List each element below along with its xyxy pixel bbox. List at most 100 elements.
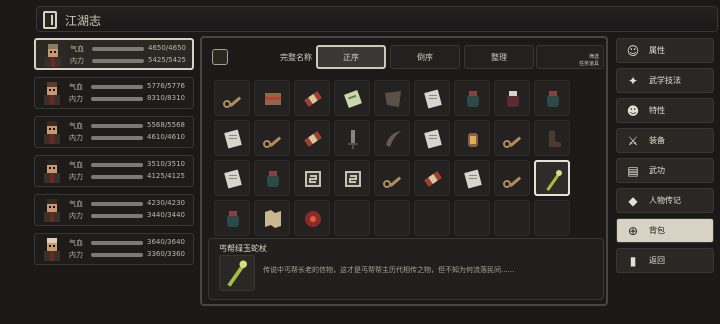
filter-label: 筛选: [588, 54, 599, 60]
inventory-slot[interactable]: [374, 80, 410, 116]
menu-item[interactable]: ▮ 返回: [616, 248, 714, 273]
inventory-slot[interactable]: [414, 160, 450, 196]
inventory-slot[interactable]: [334, 160, 370, 196]
hp-label: 气血: [70, 45, 84, 53]
hp-value: 4230/4230: [147, 199, 185, 207]
inventory-slot-empty[interactable]: [374, 200, 410, 236]
journal-icon: [43, 11, 57, 29]
mp-bar: [91, 253, 143, 257]
hp-row: 气血 5568/5568: [69, 121, 191, 131]
flower-icon: [305, 211, 321, 227]
inventory-slot[interactable]: [494, 80, 530, 116]
inventory-slot[interactable]: [334, 80, 370, 116]
inventory-slot[interactable]: [374, 160, 410, 196]
inventory-slot-empty[interactable]: [454, 200, 490, 236]
inventory-slot-empty[interactable]: [534, 200, 570, 236]
jar-icon: [227, 211, 239, 227]
character-portrait: [39, 80, 65, 106]
inventory-slot[interactable]: [214, 120, 250, 156]
inventory-slot[interactable]: [494, 160, 530, 196]
mp-label: 内力: [69, 173, 83, 181]
key-icon: [223, 96, 242, 108]
inventory-slot-empty[interactable]: [334, 200, 370, 236]
menu-item[interactable]: ▤ 武功: [616, 158, 714, 183]
hp-label: 气血: [69, 200, 83, 208]
biography-icon: ◆: [628, 193, 638, 208]
inventory-slot[interactable]: [414, 120, 450, 156]
talisman-icon: [305, 171, 321, 187]
menu-item[interactable]: ⚔ 装备: [616, 128, 714, 153]
dagger-icon: [348, 130, 358, 149]
inventory-slot[interactable]: [534, 120, 570, 156]
inventory-slot[interactable]: [494, 120, 530, 156]
mp-bar: [91, 175, 143, 179]
mp-row: 内力 4610/4610: [69, 133, 191, 143]
mp-bar: [92, 59, 144, 63]
mp-value: 3440/3440: [147, 211, 185, 219]
jar-icon: [547, 91, 559, 107]
character-card[interactable]: 气血 4230/4230 内力 3440/3440: [34, 194, 194, 226]
character-card[interactable]: 气血 5776/5776 内力 8310/8310: [34, 77, 194, 109]
hp-bar: [91, 241, 143, 245]
inventory-slot[interactable]: [294, 200, 330, 236]
item-detail: 丐帮绿玉蛇杖 传说中丐帮长老的信物，这才是丐帮帮主历代相传之物，但不知为何流落民…: [208, 238, 604, 300]
menu-item[interactable]: ☺ 属性: [616, 38, 714, 63]
menu-item[interactable]: ⊕ 背包: [616, 218, 714, 243]
filter-quest-items-button[interactable]: 筛选 任务道具: [536, 45, 604, 69]
character-card[interactable]: 气血 4650/4650 内力 5425/5425: [34, 38, 194, 70]
menu-label: 特性: [649, 106, 665, 115]
inventory-slot[interactable]: [254, 80, 290, 116]
menu-item[interactable]: ☻ 特性: [616, 98, 714, 123]
sort-ascending-button[interactable]: 正序: [316, 45, 386, 69]
inventory-slot[interactable]: [454, 160, 490, 196]
character-card[interactable]: 气血 3510/3510 内力 4125/4125: [34, 155, 194, 187]
inventory-slot[interactable]: [214, 160, 250, 196]
window-title: 江湖志: [65, 14, 102, 28]
inventory-slot[interactable]: [214, 200, 250, 236]
character-card[interactable]: 气血 5568/5568 内力 4610/4610: [34, 116, 194, 148]
inventory-slot[interactable]: [214, 80, 250, 116]
key-icon: [503, 176, 522, 188]
paper-icon: [464, 169, 482, 189]
inventory-slot[interactable]: [294, 120, 330, 156]
mp-value: 4610/4610: [147, 133, 185, 141]
inventory-slot[interactable]: [454, 120, 490, 156]
mp-label: 内力: [69, 251, 83, 259]
jar-icon: [267, 171, 279, 187]
sort-descending-button[interactable]: 倒序: [390, 45, 460, 69]
hp-row: 气血 4650/4650: [70, 44, 192, 54]
inventory-slot[interactable]: [414, 80, 450, 116]
inventory-slot[interactable]: [534, 160, 570, 196]
scroll-icon: [304, 131, 322, 147]
menu-label: 武学技法: [649, 76, 681, 85]
menu-item[interactable]: ✦ 武学技法: [616, 68, 714, 93]
inventory-slot[interactable]: [374, 120, 410, 156]
inventory-slot[interactable]: [294, 160, 330, 196]
full-name-checkbox[interactable]: [212, 49, 228, 65]
organize-button[interactable]: 整理: [464, 45, 534, 69]
character-card[interactable]: 气血 3640/3640 内力 3360/3360: [34, 233, 194, 265]
martial-arts-icon: ✦: [627, 73, 639, 88]
menu-item[interactable]: ◆ 人物传记: [616, 188, 714, 213]
hp-row: 气血 3640/3640: [69, 238, 191, 248]
inventory-slot[interactable]: [254, 120, 290, 156]
item-detail-icon: [219, 255, 255, 291]
inventory-slot[interactable]: [254, 160, 290, 196]
menu-label: 装备: [649, 136, 665, 145]
item-description: 传说中丐帮长老的信物，这才是丐帮帮主历代相传之物，但不知为何流落民间......: [263, 266, 515, 274]
inventory-slot[interactable]: [454, 80, 490, 116]
hp-value: 3640/3640: [147, 238, 185, 246]
manual-icon: [344, 90, 362, 108]
scroll-icon: [304, 91, 322, 107]
hp-bar: [91, 202, 143, 206]
inventory-slot[interactable]: [334, 120, 370, 156]
inventory-slot[interactable]: [534, 80, 570, 116]
inventory-slot[interactable]: [294, 80, 330, 116]
full-name-label[interactable]: 完整名称: [264, 45, 312, 69]
cloth-icon: [385, 91, 401, 107]
mp-value: 4125/4125: [147, 172, 185, 180]
inventory-slot[interactable]: [254, 200, 290, 236]
inventory-slot-empty[interactable]: [494, 200, 530, 236]
inventory-slot-empty[interactable]: [414, 200, 450, 236]
character-portrait: [39, 119, 65, 145]
